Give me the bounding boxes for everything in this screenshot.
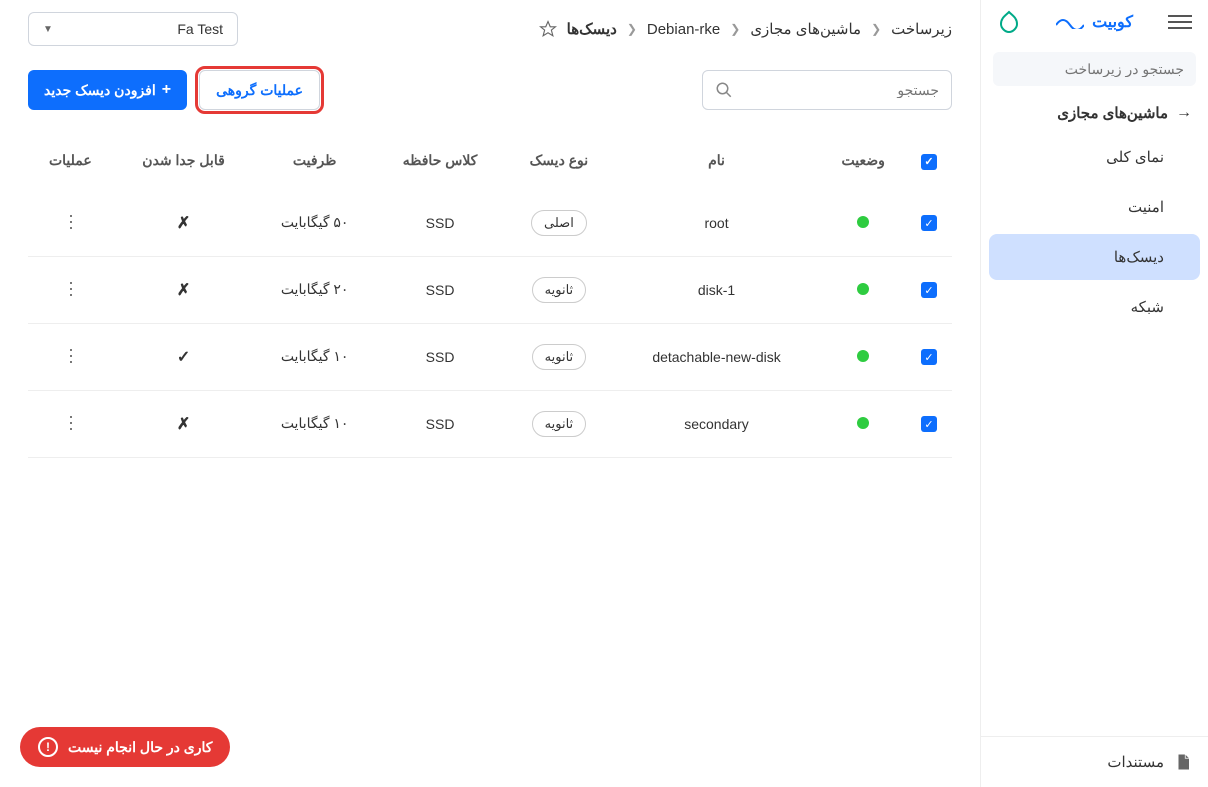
chevron-icon: ❮ — [730, 22, 740, 36]
row-actions-menu[interactable]: ⋯ — [60, 280, 81, 299]
cell-class: SSD — [375, 390, 505, 457]
group-operations-button[interactable]: عملیات گروهی — [199, 70, 320, 110]
nav-item-network[interactable]: شبکه — [989, 284, 1200, 330]
add-disk-label: افزودن دیسک جدید — [44, 82, 156, 99]
disk-type-pill: ثانویه — [532, 277, 587, 303]
col-select: ✓ — [906, 132, 952, 190]
hamburger-icon[interactable] — [1168, 10, 1192, 34]
table-search-input[interactable] — [741, 82, 939, 98]
cell-detachable: ✗ — [113, 390, 255, 457]
sidebar: کوبیت → ماشین‌های مجازی نمای کلی امنیت د… — [980, 0, 1208, 787]
cell-class: SSD — [375, 256, 505, 323]
row-checkbox[interactable]: ✓ — [921, 349, 937, 365]
cell-detachable: ✗ — [113, 190, 255, 257]
select-all-checkbox[interactable]: ✓ — [921, 154, 937, 170]
col-actions: عملیات — [28, 132, 113, 190]
col-status: وضعیت — [820, 132, 905, 190]
brand-label: کوبیت — [1092, 12, 1133, 32]
row-checkbox[interactable]: ✓ — [921, 282, 937, 298]
crumb-infra[interactable]: زیرساخت — [891, 20, 952, 38]
alert-icon: ! — [38, 737, 58, 757]
status-dot-icon — [857, 283, 869, 295]
toolbar: عملیات گروهی + افزودن دیسک جدید — [28, 70, 952, 110]
table-row: ✓ root اصلی SSD۵۰ گیگابایت✗ ⋯ — [28, 190, 952, 257]
cell-class: SSD — [375, 323, 505, 390]
sidebar-search-input[interactable] — [1003, 61, 1184, 77]
crumb-vm[interactable]: Debian-rke — [647, 21, 720, 38]
chevron-icon: ❮ — [871, 22, 881, 36]
nav-section-label: ماشین‌های مجازی — [1057, 104, 1168, 122]
footer-docs[interactable]: مستندات — [981, 737, 1208, 787]
cell-class: SSD — [375, 190, 505, 257]
cell-name: secondary — [613, 390, 821, 457]
project-selector[interactable]: Fa Test ▼ — [28, 12, 238, 46]
row-checkbox[interactable]: ✓ — [921, 416, 937, 432]
nav-item-overview[interactable]: نمای کلی — [989, 134, 1200, 180]
chevron-down-icon: ▼ — [43, 24, 53, 35]
status-dot-icon — [857, 216, 869, 228]
star-icon[interactable] — [539, 20, 557, 38]
secondary-logo-icon — [997, 10, 1021, 34]
cell-name: detachable-new-disk — [613, 323, 821, 390]
disk-type-pill: ثانویه — [532, 411, 587, 437]
col-name: نام — [613, 132, 821, 190]
plus-icon: + — [162, 81, 171, 99]
toast-message: کاری در حال انجام نیست — [68, 739, 212, 756]
table-row: ✓ secondary ثانویه SSD۱۰ گیگابایت✗ ⋯ — [28, 390, 952, 457]
nav-item-disks[interactable]: دیسک‌ها — [989, 234, 1200, 280]
nav-section-vms[interactable]: → ماشین‌های مجازی — [981, 90, 1208, 132]
disk-type-pill: ثانویه — [532, 344, 587, 370]
col-capacity: ظرفیت — [254, 132, 374, 190]
col-class: کلاس حافظه — [375, 132, 505, 190]
status-toast[interactable]: کاری در حال انجام نیست ! — [20, 727, 230, 767]
crumb-disks: دیسک‌ها — [567, 20, 617, 38]
main-content: زیرساخت ❮ ماشین‌های مجازی ❮ Debian-rke ❮… — [0, 0, 980, 787]
status-dot-icon — [857, 417, 869, 429]
search-icon — [715, 81, 733, 99]
cell-capacity: ۱۰ گیگابایت — [254, 390, 374, 457]
table-search[interactable] — [702, 70, 952, 110]
cell-name: disk-1 — [613, 256, 821, 323]
cell-name: root — [613, 190, 821, 257]
document-icon — [1174, 753, 1192, 771]
breadcrumbs: زیرساخت ❮ ماشین‌های مجازی ❮ Debian-rke ❮… — [539, 20, 952, 38]
brand[interactable]: کوبیت — [1056, 12, 1133, 32]
sidebar-search[interactable] — [993, 52, 1196, 86]
brand-wave-icon — [1056, 15, 1084, 29]
crumb-vms[interactable]: ماشین‌های مجازی — [750, 20, 861, 38]
status-dot-icon — [857, 350, 869, 362]
add-disk-button[interactable]: + افزودن دیسک جدید — [28, 70, 187, 110]
table-row: ✓ disk-1 ثانویه SSD۲۰ گیگابایت✗ ⋯ — [28, 256, 952, 323]
cell-detachable: ✗ — [113, 256, 255, 323]
cell-capacity: ۱۰ گیگابایت — [254, 323, 374, 390]
chevron-icon: ❮ — [627, 22, 637, 36]
row-actions-menu[interactable]: ⋯ — [60, 213, 81, 232]
arrow-back-icon: → — [1176, 104, 1192, 122]
nav-item-security[interactable]: امنیت — [989, 184, 1200, 230]
cell-capacity: ۲۰ گیگابایت — [254, 256, 374, 323]
table-row: ✓ detachable-new-disk ثانویه SSD۱۰ گیگابایت… — [28, 323, 952, 390]
disks-table: ✓ وضعیت نام نوع دیسک کلاس حافظه ظرفیت قا… — [28, 132, 952, 458]
table-header-row: ✓ وضعیت نام نوع دیسک کلاس حافظه ظرفیت قا… — [28, 132, 952, 190]
row-actions-menu[interactable]: ⋯ — [60, 347, 81, 366]
disk-type-pill: اصلی — [531, 210, 587, 236]
sidebar-footer: مستندات — [981, 736, 1208, 787]
cell-detachable: ✓ — [113, 323, 255, 390]
footer-docs-label: مستندات — [1107, 753, 1164, 771]
col-detachable: قابل جدا شدن — [113, 132, 255, 190]
row-checkbox[interactable]: ✓ — [921, 215, 937, 231]
project-selector-value: Fa Test — [177, 21, 223, 37]
row-actions-menu[interactable]: ⋯ — [60, 414, 81, 433]
topbar: زیرساخت ❮ ماشین‌های مجازی ❮ Debian-rke ❮… — [28, 12, 952, 46]
col-type: نوع دیسک — [505, 132, 612, 190]
cell-capacity: ۵۰ گیگابایت — [254, 190, 374, 257]
sidebar-header: کوبیت — [981, 0, 1208, 44]
